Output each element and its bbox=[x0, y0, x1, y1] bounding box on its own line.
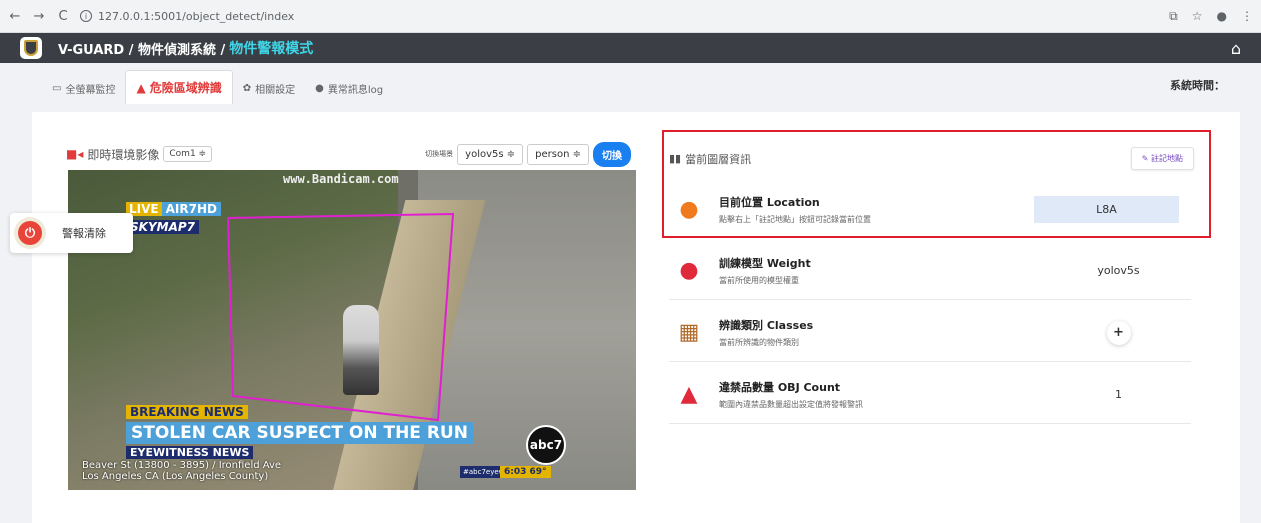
app-header: V-GUARD / 物件偵測系統 / 物件警報模式 ⌂ bbox=[0, 33, 1261, 63]
alarm-clear-widget[interactable]: ⏻ 警報清除 bbox=[10, 213, 133, 253]
star-icon[interactable]: ☆ bbox=[1192, 9, 1203, 24]
abc7-logo-icon: abc7 bbox=[526, 425, 566, 465]
info-header: ▮▮ 當前圖層資訊 ✎ 註記地點 bbox=[669, 147, 1194, 170]
row-desc: 點擊右上「註記地點」按鈕可記錄當前位置 bbox=[719, 214, 871, 224]
live-badge: LIVE AIR7HD bbox=[126, 202, 221, 216]
skymap-badge: SKYMAP7 bbox=[126, 220, 200, 234]
row-desc: 當前所辨識的物件類別 bbox=[719, 338, 799, 347]
tab-label: 異常訊息log bbox=[327, 85, 384, 96]
row-title: 目前位置 Location bbox=[719, 195, 820, 209]
system-time-label: 系統時間： bbox=[1170, 79, 1225, 92]
browser-toolbar: ← → C i 127.0.0.1:5001/object_detect/ind… bbox=[0, 0, 1261, 33]
info-title-text: 當前圖層資訊 bbox=[685, 152, 752, 166]
add-class-button[interactable]: + bbox=[1106, 320, 1131, 345]
video-title: ■◂ 即時環境影像 bbox=[66, 146, 159, 163]
location-pin-icon: ● bbox=[679, 196, 699, 222]
shield-logo-icon[interactable] bbox=[20, 37, 42, 59]
camera-select[interactable]: Com1 ≑ bbox=[163, 146, 213, 162]
home-icon[interactable]: ⌂ bbox=[1231, 39, 1241, 58]
gear-icon: ✿ bbox=[242, 83, 252, 94]
tab-label: 相關設定 bbox=[255, 85, 296, 96]
url-text[interactable]: 127.0.0.1:5001/object_detect/index bbox=[98, 10, 294, 23]
tab-bar: ▭ 全螢幕監控 ▲ 危險區域辨識 ✿ 相關設定 ● 異常訊息log 系統時間： bbox=[0, 63, 1261, 104]
forward-arrow-icon[interactable]: → bbox=[32, 9, 46, 24]
scene-switch-area: 切換場景 yolov5s ≑ person ≑ 切換 bbox=[425, 141, 631, 167]
tab-log[interactable]: ● 異常訊息log bbox=[305, 73, 393, 104]
row-title: 違禁品數量 OBJ Count bbox=[719, 381, 841, 394]
row-desc: 範圍內違禁品數量超出設定值將發報警訊 bbox=[719, 400, 863, 409]
tab-fullscreen-monitor[interactable]: ▭ 全螢幕監控 bbox=[42, 73, 125, 104]
menu-icon[interactable]: ⋮ bbox=[1241, 9, 1253, 24]
power-icon: ⏻ bbox=[18, 221, 42, 245]
weight-value: yolov5s bbox=[1097, 264, 1140, 277]
row-title: 辨識類別 Classes bbox=[719, 319, 814, 332]
monitor-icon: ▭ bbox=[52, 83, 62, 94]
obj-count-value: 1 bbox=[1115, 388, 1122, 401]
row-title: 訓練模型 Weight bbox=[719, 257, 811, 270]
video-label: 即時環境影像 bbox=[87, 147, 160, 162]
edit-icon: ✎ bbox=[1141, 154, 1151, 163]
mode-title: 物件警報模式 bbox=[229, 41, 314, 57]
browser-actions: ⧉ ☆ ● ⋮ bbox=[1169, 9, 1253, 24]
address-caption: Beaver St (13800 - 3895) / Ironfield Ave… bbox=[82, 460, 281, 482]
profile-icon[interactable]: ● bbox=[1217, 9, 1227, 24]
video-camera-icon: ■◂ bbox=[66, 147, 84, 161]
info-row-weight: ● 訓練模型 Weight 當前所使用的模型權重 yolov5s bbox=[669, 242, 1191, 300]
alarm-clear-button[interactable]: ⏻ bbox=[14, 217, 46, 249]
address-line: Beaver St (13800 - 3895) / Ironfield Ave bbox=[82, 460, 282, 471]
class-select[interactable]: person ≑ bbox=[527, 143, 589, 165]
warning-icon: ▲ bbox=[136, 80, 146, 95]
video-header: ■◂ 即時環境影像 Com1 ≑ 切換場景 yolov5s ≑ person ≑… bbox=[66, 141, 631, 167]
news-headline: STOLEN CAR SUSPECT ON THE RUN bbox=[126, 422, 473, 444]
info-row-location: ● 目前位置 Location 點擊右上「註記地點」按鈕可記錄當前位置 L8A bbox=[669, 180, 1191, 238]
abacus-icon: ▦ bbox=[678, 320, 700, 345]
classes-value: + bbox=[1046, 320, 1191, 345]
broadcast-clock: 6:03 69° bbox=[500, 466, 551, 478]
model-select[interactable]: yolov5s ≑ bbox=[457, 143, 524, 165]
tab-danger-zone[interactable]: ▲ 危險區域辨識 bbox=[125, 70, 233, 104]
magnifier-icon: ● bbox=[679, 258, 699, 283]
info-row-obj-count: ▲ 違禁品數量 OBJ Count 範圍內違禁品數量超出設定值將發報警訊 1 bbox=[669, 366, 1191, 424]
mark-location-button[interactable]: ✎ 註記地點 bbox=[1130, 147, 1194, 170]
switch-scene-tag: 切換場景 bbox=[425, 150, 454, 158]
back-arrow-icon[interactable]: ← bbox=[8, 9, 22, 24]
info-title: ▮▮ 當前圖層資訊 bbox=[669, 151, 751, 167]
chat-icon: ● bbox=[315, 83, 324, 94]
location-value: L8A bbox=[1034, 195, 1179, 223]
recording-watermark: www.Bandicam.com bbox=[283, 172, 399, 186]
row-desc: 當前所使用的模型權重 bbox=[719, 276, 799, 285]
address-line: Los Angeles CA (Los Angeles County) bbox=[82, 471, 269, 482]
address-bar[interactable]: i 127.0.0.1:5001/object_detect/index bbox=[80, 10, 294, 23]
eyewitness-tag: EYEWITNESS NEWS bbox=[126, 446, 254, 459]
mark-location-label: 註記地點 bbox=[1151, 154, 1183, 163]
alarm-clear-label: 警報清除 bbox=[62, 227, 106, 240]
tab-label: 危險區域辨識 bbox=[149, 81, 222, 95]
map-icon: ▮▮ bbox=[669, 152, 682, 165]
siren-icon: ▲ bbox=[680, 382, 698, 407]
main-panel: ■◂ 即時環境影像 Com1 ≑ 切換場景 yolov5s ≑ person ≑… bbox=[32, 112, 1240, 523]
switch-button[interactable]: 切換 bbox=[593, 141, 631, 167]
tab-settings[interactable]: ✿ 相關設定 bbox=[233, 73, 305, 104]
site-info-icon[interactable]: i bbox=[80, 10, 92, 22]
breaking-news-tag: BREAKING NEWS bbox=[126, 405, 248, 419]
live-video-feed[interactable]: www.Bandicam.com LIVE AIR7HD SKYMAP7 BRE… bbox=[68, 170, 636, 490]
channel-text: AIR7HD bbox=[161, 202, 221, 216]
translate-icon[interactable]: ⧉ bbox=[1169, 9, 1178, 24]
tab-label: 全螢幕監控 bbox=[65, 85, 116, 96]
reload-icon[interactable]: C bbox=[56, 9, 70, 24]
brand-title: V-GUARD / 物件偵測系統 / bbox=[58, 42, 226, 58]
info-row-classes: ▦ 辨識類別 Classes 當前所辨識的物件類別 + bbox=[669, 304, 1191, 362]
